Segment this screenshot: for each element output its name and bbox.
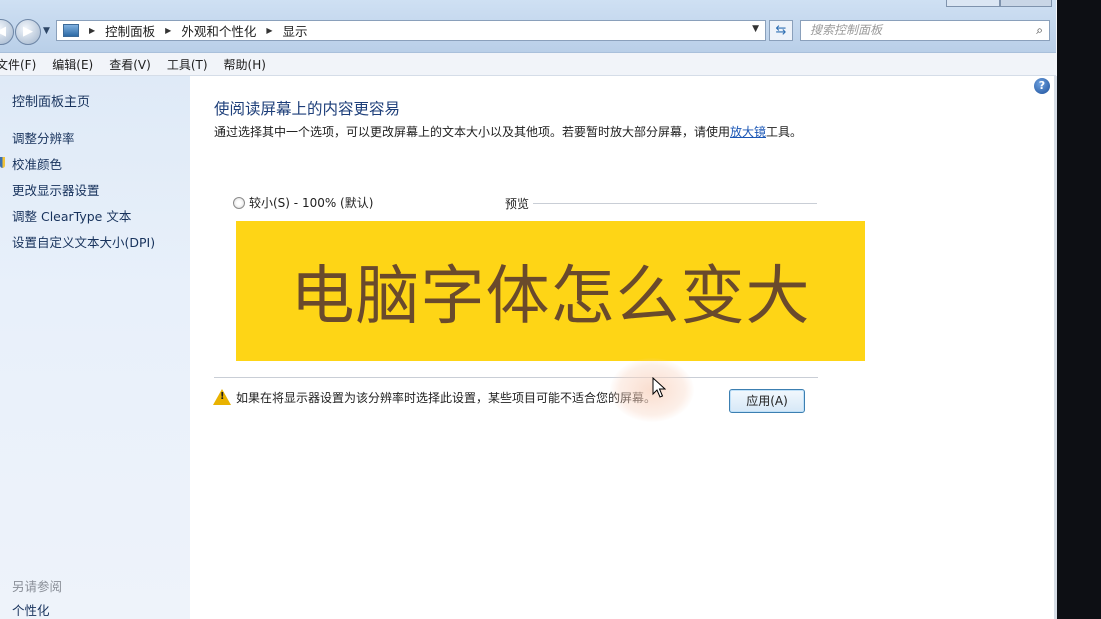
menu-help[interactable]: 帮助(H) bbox=[224, 56, 266, 73]
preview-divider bbox=[533, 203, 817, 204]
history-dropdown-icon[interactable]: ▼ bbox=[43, 26, 50, 36]
desktop-edge bbox=[1057, 0, 1101, 619]
sidebar-item-cleartype[interactable]: 调整 ClearType 文本 bbox=[12, 206, 131, 225]
refresh-button[interactable]: ⇆ bbox=[769, 20, 793, 41]
preview-label: 预览 bbox=[505, 197, 530, 211]
page-description: 通过选择其中一个选项，可以更改屏幕上的文本大小以及其他项。若要暂时放大部分屏幕，… bbox=[214, 123, 814, 142]
sidebar-item-display-settings[interactable]: 更改显示器设置 bbox=[12, 180, 100, 199]
option-small-label[interactable]: 较小(S) - 100% (默认) bbox=[249, 194, 373, 211]
warning-text: 如果在将显示器设置为该分辨率时选择此设置，某些项目可能不适合您的屏幕。 bbox=[236, 391, 657, 405]
overlay-banner: 电脑字体怎么变大 bbox=[236, 221, 865, 361]
refresh-icon: ⇆ bbox=[775, 23, 787, 38]
sidebar-item-calibrate-color[interactable]: 校准颜色 bbox=[12, 154, 62, 173]
breadcrumb-separator-icon[interactable]: ▶ bbox=[165, 26, 171, 35]
menu-file[interactable]: 文件(F) bbox=[0, 56, 36, 73]
back-button[interactable]: ◀ bbox=[0, 19, 14, 45]
description-text-end: 工具。 bbox=[766, 125, 803, 139]
option-small-radio[interactable] bbox=[233, 197, 245, 209]
close-control[interactable] bbox=[1000, 0, 1052, 7]
page-title: 使阅读屏幕上的内容更容易 bbox=[214, 100, 401, 118]
banner-text: 电脑字体怎么变大 bbox=[290, 260, 811, 334]
see-also-heading: 另请参阅 bbox=[12, 579, 63, 594]
address-bar[interactable]: ▶ 控制面板 ▶ 外观和个性化 ▶ 显示 ▼ bbox=[56, 20, 766, 41]
forward-button[interactable]: ▶ bbox=[15, 19, 41, 45]
sidebar-item-personalization[interactable]: 个性化 bbox=[12, 600, 50, 619]
search-input[interactable]: 搜索控制面板 ⌕ bbox=[800, 20, 1050, 41]
forward-arrow-icon: ▶ bbox=[23, 24, 33, 39]
menu-edit[interactable]: 编辑(E) bbox=[52, 56, 93, 73]
breadcrumb-display[interactable]: 显示 bbox=[283, 21, 308, 40]
sidebar: 控制面板主页 调整分辨率 校准颜色 更改显示器设置 调整 ClearType 文… bbox=[0, 76, 190, 619]
description-text: 通过选择其中一个选项，可以更改屏幕上的文本大小以及其他项。若要暂时放大部分屏幕，… bbox=[214, 125, 731, 139]
divider bbox=[214, 377, 818, 378]
magnifier-link[interactable]: 放大镜 bbox=[730, 125, 766, 139]
breadcrumb: 控制面板 ▶ 外观和个性化 ▶ 显示 bbox=[105, 21, 307, 40]
help-icon[interactable]: ? bbox=[1034, 78, 1050, 94]
menu-bar: 文件(F) 编辑(E) 查看(V) 工具(T) 帮助(H) bbox=[0, 53, 1056, 76]
search-placeholder: 搜索控制面板 bbox=[810, 23, 883, 37]
apply-button[interactable]: 应用(A) bbox=[729, 389, 805, 413]
address-dropdown-icon[interactable]: ▼ bbox=[752, 24, 759, 34]
menu-tools[interactable]: 工具(T) bbox=[167, 56, 208, 73]
shield-icon bbox=[0, 157, 5, 168]
warning-exclamation-icon: ! bbox=[220, 391, 225, 402]
search-icon[interactable]: ⌕ bbox=[1036, 21, 1043, 40]
menu-view[interactable]: 查看(V) bbox=[109, 56, 151, 73]
minimize-maximize-controls[interactable] bbox=[946, 0, 1000, 7]
sidebar-item-custom-dpi[interactable]: 设置自定义文本大小(DPI) bbox=[12, 232, 155, 251]
breadcrumb-separator-icon[interactable]: ▶ bbox=[89, 26, 95, 35]
breadcrumb-control-panel[interactable]: 控制面板 bbox=[105, 21, 155, 40]
sidebar-item-adjust-resolution[interactable]: 调整分辨率 bbox=[12, 128, 75, 147]
back-arrow-icon: ◀ bbox=[0, 24, 6, 39]
breadcrumb-appearance[interactable]: 外观和个性化 bbox=[181, 21, 256, 40]
sidebar-item-home[interactable]: 控制面板主页 bbox=[12, 91, 90, 110]
control-panel-icon bbox=[63, 24, 79, 37]
window-titlebar: ◀ ▶ ▼ ▶ 控制面板 ▶ 外观和个性化 ▶ 显示 ▼ ⇆ 搜索控制面板 ⌕ bbox=[0, 0, 1056, 53]
mouse-cursor-icon bbox=[652, 377, 666, 398]
breadcrumb-separator-icon[interactable]: ▶ bbox=[266, 26, 272, 35]
